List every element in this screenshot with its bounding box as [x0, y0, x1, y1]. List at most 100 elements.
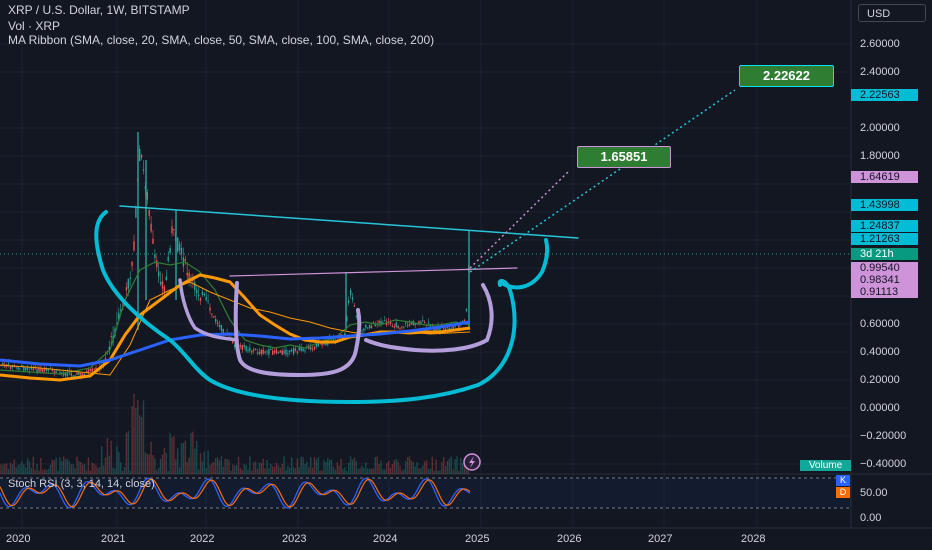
candle-body [120, 309, 122, 311]
candle-body [23, 366, 25, 371]
volume-bar [150, 441, 152, 474]
volume-bar [454, 459, 456, 474]
candle-body [201, 291, 204, 295]
volume-bar [281, 463, 283, 474]
candle-body [186, 272, 188, 276]
candle-body [363, 328, 365, 331]
candle-body [184, 259, 186, 261]
volume-bar [448, 458, 451, 474]
volume-bar [23, 464, 25, 474]
volume-bar [349, 456, 352, 474]
volume-bar [431, 456, 433, 474]
candle-body [296, 351, 299, 353]
volume-bar [116, 446, 118, 474]
candle-body [304, 350, 306, 352]
ma-ribbon-legend[interactable]: MA Ribbon (SMA, close, 20, SMA, close, 5… [8, 33, 434, 47]
volume-bar [315, 459, 318, 474]
target-callout-purple[interactable]: 1.65851 [577, 146, 671, 168]
volume-bar [308, 467, 310, 474]
candle-body [403, 326, 405, 328]
candle-body [17, 367, 19, 370]
candle-body [213, 316, 215, 318]
volume-bar [201, 461, 204, 474]
volume-bar [167, 470, 169, 474]
volume-bar [129, 470, 131, 474]
candle-body [205, 296, 207, 301]
time-axis-label: 2023 [282, 533, 307, 545]
purple-neckline [229, 267, 518, 277]
candle-body [127, 278, 129, 289]
volume-bar [348, 462, 350, 474]
volume-bar [63, 456, 65, 474]
candle-body [156, 260, 158, 267]
candle-body [310, 347, 312, 350]
volume-bar [325, 462, 327, 474]
candle-body [351, 297, 354, 300]
symbol-legend[interactable]: XRP / U.S. Dollar, 1W, BITSTAMP [8, 3, 190, 17]
candle-body [365, 324, 367, 328]
candle-body [169, 248, 171, 253]
candle-body [395, 322, 397, 327]
volume-bar [245, 464, 247, 474]
volume-bar [336, 462, 338, 474]
volume-bar [422, 465, 424, 474]
target-callout-cyan[interactable]: 2.22622 [739, 65, 834, 87]
stoch-rsi-legend[interactable]: Stoch RSI (3, 3, 14, 14, close) [8, 478, 155, 490]
volume-bar [368, 468, 371, 474]
volume-bar [351, 459, 354, 474]
price-axis-label: 1.80000 [860, 150, 900, 162]
price-tag: 1.21263 [851, 233, 918, 245]
candle-body [258, 351, 261, 354]
price-tag: 1.43998 [851, 199, 918, 211]
candle-body [384, 320, 386, 322]
candle-body [262, 349, 264, 354]
volume-bar [258, 462, 261, 474]
volume-bar [89, 470, 91, 474]
volume-legend[interactable]: Vol · XRP [8, 19, 60, 33]
lightning-icon[interactable] [463, 453, 481, 471]
volume-bar [218, 460, 221, 474]
currency-button[interactable]: USD [858, 4, 926, 22]
volume-bar [142, 400, 145, 474]
volume-bar [131, 406, 133, 474]
volume-bar [85, 470, 88, 474]
volume-bar [277, 465, 280, 474]
volume-bar [425, 460, 428, 474]
volume-bar [59, 457, 61, 474]
volume-bar [412, 461, 414, 474]
volume-bar [289, 467, 291, 474]
volume-bar [64, 459, 67, 474]
candle-body [361, 330, 363, 332]
volume-bar [148, 454, 150, 474]
candle-body [215, 319, 217, 322]
candle-body [264, 351, 266, 353]
volume-bar [42, 469, 44, 474]
volume-bar [237, 456, 240, 474]
candle-body [199, 298, 202, 301]
volume-bar [452, 469, 454, 474]
volume-bar [429, 468, 432, 474]
candle-body [180, 247, 183, 255]
purple-handle-left [178, 278, 239, 342]
volume-bar [384, 469, 386, 474]
candle-body [401, 326, 403, 328]
volume-bar [353, 457, 356, 474]
volume-bar [317, 457, 319, 474]
volume-bar [177, 448, 179, 474]
volume-bar [260, 462, 262, 474]
volume-bar [139, 415, 141, 474]
volume-bar [224, 459, 226, 474]
volume-bar [291, 457, 293, 474]
volume-bar [446, 460, 449, 474]
volume-bar [393, 460, 395, 474]
candle-body [216, 322, 219, 325]
volume-bar [17, 464, 19, 474]
volume-badge: Volume [800, 460, 851, 471]
time-axis-label: 2027 [648, 533, 673, 545]
candle-body [446, 327, 449, 329]
candle-body [78, 372, 80, 375]
volume-bar [156, 470, 158, 474]
candle-body [260, 350, 262, 355]
candle-body [302, 348, 304, 352]
volume-bar [102, 465, 105, 474]
